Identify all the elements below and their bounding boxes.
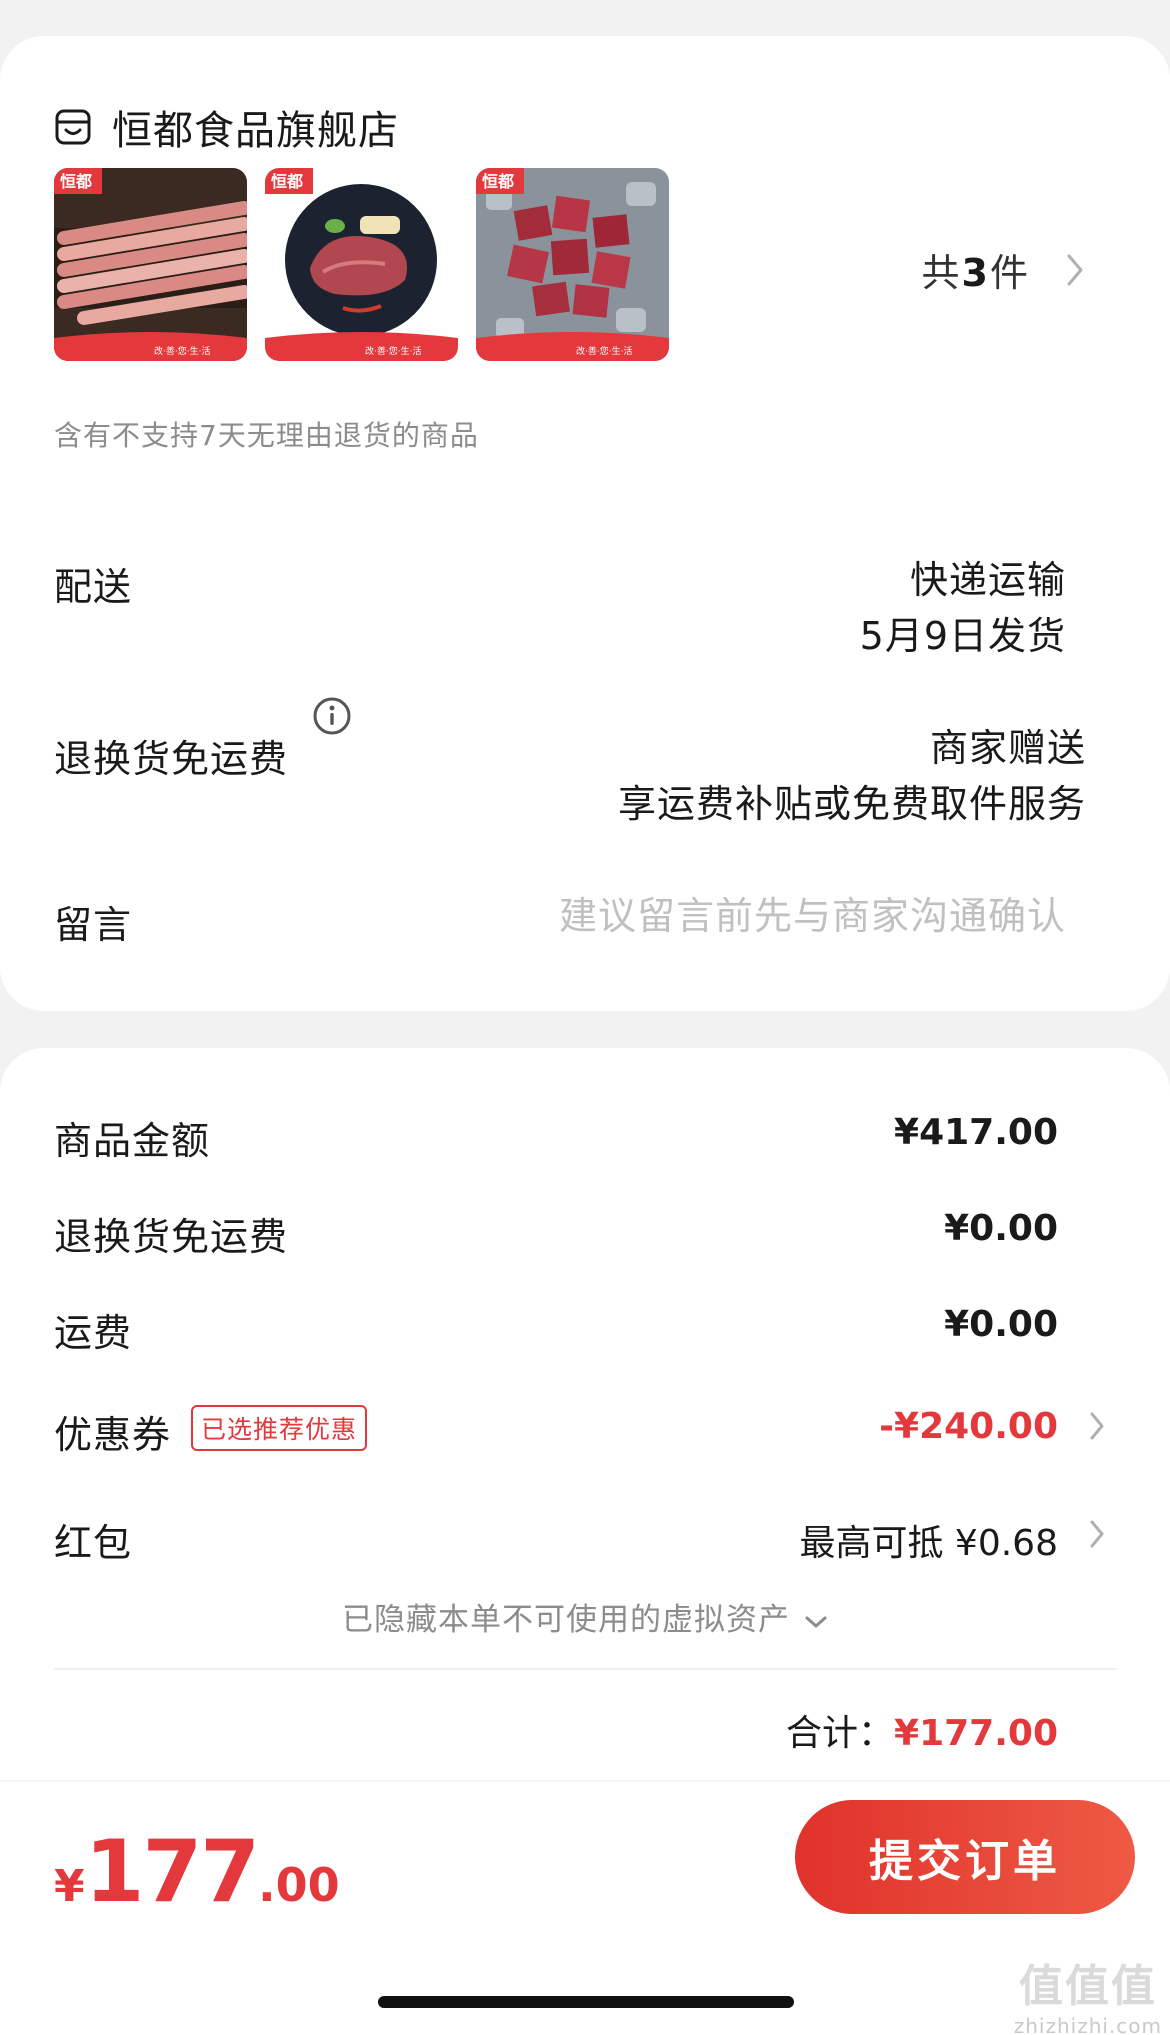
- product-thumbnails[interactable]: 恒都 改·善·您·生·活 恒都 改·善·您·生·活 恒都 改·善·您·生·活: [54, 168, 669, 361]
- chevron-right-icon: [1067, 254, 1083, 285]
- red-packet-value[interactable]: 最高可抵 ¥0.68: [799, 1514, 1058, 1566]
- delivery-info[interactable]: 快递运输 5月9日发货: [860, 552, 1066, 664]
- watermark-logo: 值值值: [1018, 1961, 1157, 2012]
- thumb-brand-2: 恒都: [271, 172, 303, 191]
- return-policy-notice: 含有不支持7天无理由退货的商品: [54, 419, 479, 452]
- return-shipping-line1: 商家赠送: [929, 726, 1086, 770]
- thumb-strip-1: 改·善·您·生·活: [154, 345, 210, 357]
- chevron-down-icon: [805, 1616, 827, 1627]
- thumb-strip-3: 改·善·您·生·活: [576, 345, 632, 357]
- divider: [54, 1668, 1116, 1670]
- coupon-chevron-icon[interactable]: [1088, 1410, 1106, 1442]
- subtotal-row: 合计：¥177.00: [786, 1704, 1058, 1756]
- hidden-assets-toggle[interactable]: 已隐藏本单不可使用的虚拟资产: [0, 1594, 1170, 1639]
- red-packet-chevron-icon[interactable]: [1088, 1518, 1106, 1550]
- thumb-strip-2: 改·善·您·生·活: [365, 345, 421, 357]
- shipping-fee-value: ¥0.00: [944, 1304, 1058, 1345]
- goods-amount-label: 商品金额: [54, 1119, 211, 1163]
- thumb-brand-3: 恒都: [482, 172, 514, 191]
- return-fee-value: ¥0.00: [944, 1208, 1058, 1249]
- message-input[interactable]: 建议留言前先与商家沟通确认: [559, 888, 1066, 944]
- shipping-fee-label: 运费: [54, 1311, 133, 1355]
- payable-amount: ¥177.00: [54, 1822, 340, 1922]
- return-shipping-label: 退换货免运费: [54, 737, 289, 781]
- goods-amount-value: ¥417.00: [894, 1112, 1058, 1153]
- return-shipping-info: 商家赠送 享运费补贴或免费取件服务: [618, 720, 1086, 832]
- info-icon[interactable]: [312, 696, 352, 736]
- home-indicator[interactable]: [378, 1996, 794, 2008]
- item-count: 共3件: [921, 251, 1030, 295]
- delivery-method: 快递运输: [909, 558, 1066, 602]
- store-icon: [55, 109, 91, 145]
- store-name: 恒都食品旗舰店: [112, 108, 399, 154]
- watermark: 值值值 zhizhizhi.com: [1014, 1950, 1162, 2035]
- coupon-label: 优惠券: [54, 1413, 172, 1457]
- product-thumbnail-2[interactable]: 恒都 改·善·您·生·活: [265, 168, 458, 361]
- thumb-brand-1: 恒都: [60, 172, 92, 191]
- delivery-ship-date: 5月9日发货: [859, 614, 1066, 658]
- item-count-link[interactable]: 共3件: [922, 242, 1086, 297]
- delivery-label: 配送: [54, 565, 133, 609]
- watermark-url: zhizhizhi.com: [1013, 2014, 1162, 2035]
- return-shipping-line2: 享运费补贴或免费取件服务: [617, 782, 1086, 826]
- return-fee-label: 退换货免运费: [54, 1215, 289, 1259]
- store-header[interactable]: 恒都食品旗舰店: [54, 98, 399, 156]
- red-packet-label: 红包: [54, 1521, 133, 1565]
- product-thumbnail-3[interactable]: 恒都 改·善·您·生·活: [476, 168, 669, 361]
- subtotal-label: 合计：: [786, 1713, 895, 1754]
- coupon-recommended-badge: 已选推荐优惠: [191, 1405, 368, 1451]
- subtotal-value: ¥177.00: [894, 1713, 1058, 1754]
- message-label: 留言: [54, 903, 133, 947]
- coupon-value[interactable]: -¥240.00: [879, 1406, 1058, 1447]
- hidden-assets-text: 已隐藏本单不可使用的虚拟资产: [342, 1602, 790, 1638]
- submit-order-button[interactable]: 提交订单: [795, 1800, 1135, 1914]
- product-thumbnail-1[interactable]: 恒都 改·善·您·生·活: [54, 168, 247, 361]
